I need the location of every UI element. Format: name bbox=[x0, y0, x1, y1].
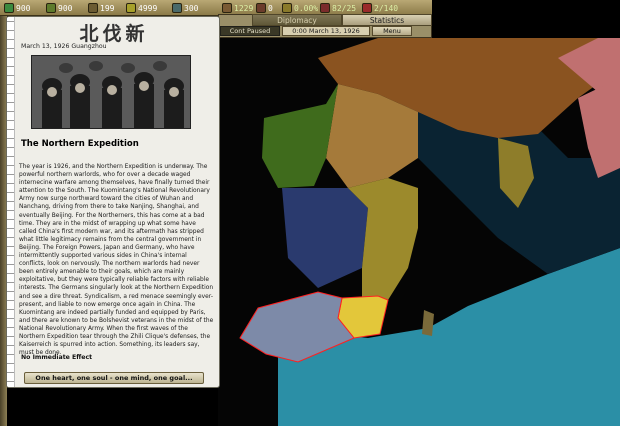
money-icon bbox=[222, 3, 232, 13]
metal-icon bbox=[46, 3, 56, 13]
spiral-binding bbox=[7, 17, 15, 387]
oil-icon bbox=[126, 3, 136, 13]
ic-icon bbox=[362, 3, 372, 13]
energy-icon bbox=[4, 3, 14, 13]
region-taiwan[interactable] bbox=[422, 310, 434, 336]
game-date: 0:00 March 13, 1926 bbox=[282, 26, 370, 36]
transport-icon bbox=[256, 3, 266, 13]
event-date: March 13, 1926 Guangzhou bbox=[21, 43, 107, 50]
top-tabs: Diplomacy Statistics bbox=[252, 14, 432, 26]
map-canvas[interactable] bbox=[218, 38, 620, 426]
manpower-icon bbox=[320, 3, 330, 13]
event-option-button[interactable]: One heart, one soul - one mind, one goal… bbox=[24, 372, 204, 384]
event-description: The year is 1926, and the Northern Exped… bbox=[19, 164, 214, 357]
resource-metal[interactable]: 900 bbox=[46, 1, 72, 15]
resource-money[interactable]: 1229 bbox=[222, 1, 253, 15]
event-effect: No Immediate Effect bbox=[21, 354, 93, 361]
resource-ic[interactable]: 2/140 bbox=[362, 1, 398, 15]
resource-dissent[interactable]: 0.00% bbox=[282, 1, 318, 15]
event-window: 北伐新 March 13, 1926 Guangzhou The Norther… bbox=[6, 16, 220, 388]
event-headline: The Northern Expedition bbox=[21, 139, 139, 149]
world-map[interactable] bbox=[218, 38, 620, 426]
date-bar: Cont Paused 0:00 March 13, 1926 Menu bbox=[220, 26, 430, 36]
resource-oil[interactable]: 4999 bbox=[126, 1, 157, 15]
event-photo bbox=[31, 55, 191, 129]
resource-energy[interactable]: 900 bbox=[4, 1, 30, 15]
menu-button[interactable]: Menu bbox=[372, 26, 412, 36]
resource-transports[interactable]: 0 bbox=[256, 1, 273, 15]
dissent-icon bbox=[282, 3, 292, 13]
resource-manpower[interactable]: 82/25 bbox=[320, 1, 356, 15]
resource-rares[interactable]: 199 bbox=[88, 1, 114, 15]
rares-icon bbox=[88, 3, 98, 13]
resource-supplies[interactable]: 300 bbox=[172, 1, 198, 15]
supplies-icon bbox=[172, 3, 182, 13]
tab-diplomacy[interactable]: Diplomacy bbox=[252, 14, 342, 26]
event-masthead: 北伐新 bbox=[79, 23, 149, 45]
tab-statistics[interactable]: Statistics bbox=[342, 14, 432, 26]
soldiers-photo bbox=[32, 56, 190, 128]
speed-control[interactable]: Cont Paused bbox=[220, 26, 280, 36]
